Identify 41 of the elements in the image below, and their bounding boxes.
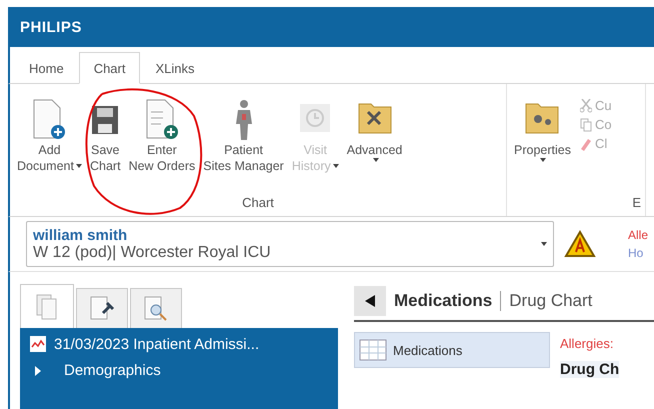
expand-arrow-icon[interactable] [34,366,42,376]
section-title: Drug Ch [560,361,620,378]
brand-logo: PHILIPS [20,18,82,36]
documents-icon [35,292,59,320]
group-label: Chart [241,195,275,212]
group-label: E [631,195,641,212]
alert-text: Ho [628,246,644,260]
ribbon-tab[interactable]: XLinks [140,52,210,84]
left-arrow-icon [365,295,375,307]
ribbon-button[interactable]: Enter New Orders [126,98,198,174]
caret-icon [541,242,547,246]
ribbon-tab[interactable]: Chart [78,52,140,84]
ribbon-button[interactable]: Add Document [14,98,85,174]
patient-location: W 12 (pod)| Worcester Royal ICU [33,244,272,262]
ribbon-button[interactable]: Properties [511,98,574,162]
pinned-document-icon [89,294,115,322]
tree-item[interactable]: 31/03/2023 Inpatient Admissi... [54,336,260,352]
grid-icon [359,339,387,361]
chart-document-icon [28,334,48,354]
ribbon-tab[interactable]: Home [14,52,79,84]
allergies-label: Allergies: [560,336,614,351]
ribbon-button[interactable]: Save Chart [86,98,124,174]
patient-name: william smith [33,226,128,244]
alert-text: Alle [628,228,648,242]
ribbon-button[interactable]: Advanced [344,98,406,162]
panel-tab[interactable] [130,288,182,328]
copy-icon [580,118,592,132]
panel-tab[interactable] [76,288,128,328]
document-search-icon [143,294,169,322]
nav-item[interactable]: Medications [354,332,550,368]
ribbon-button[interactable]: Patient Sites Manager [200,98,287,174]
page-subtitle: Drug Chart [509,291,592,311]
tree-item[interactable]: Demographics [64,362,161,379]
back-button[interactable] [354,286,386,316]
page-title: Medications [394,291,492,311]
warning-icon [564,230,596,258]
order-form-icon [144,98,179,142]
eraser-icon [580,136,592,150]
scissors-icon [580,98,592,112]
document-add-icon [32,98,66,142]
patient-selector[interactable]: william smith W 12 (pod)| Worcester Royal ICU [26,221,554,267]
